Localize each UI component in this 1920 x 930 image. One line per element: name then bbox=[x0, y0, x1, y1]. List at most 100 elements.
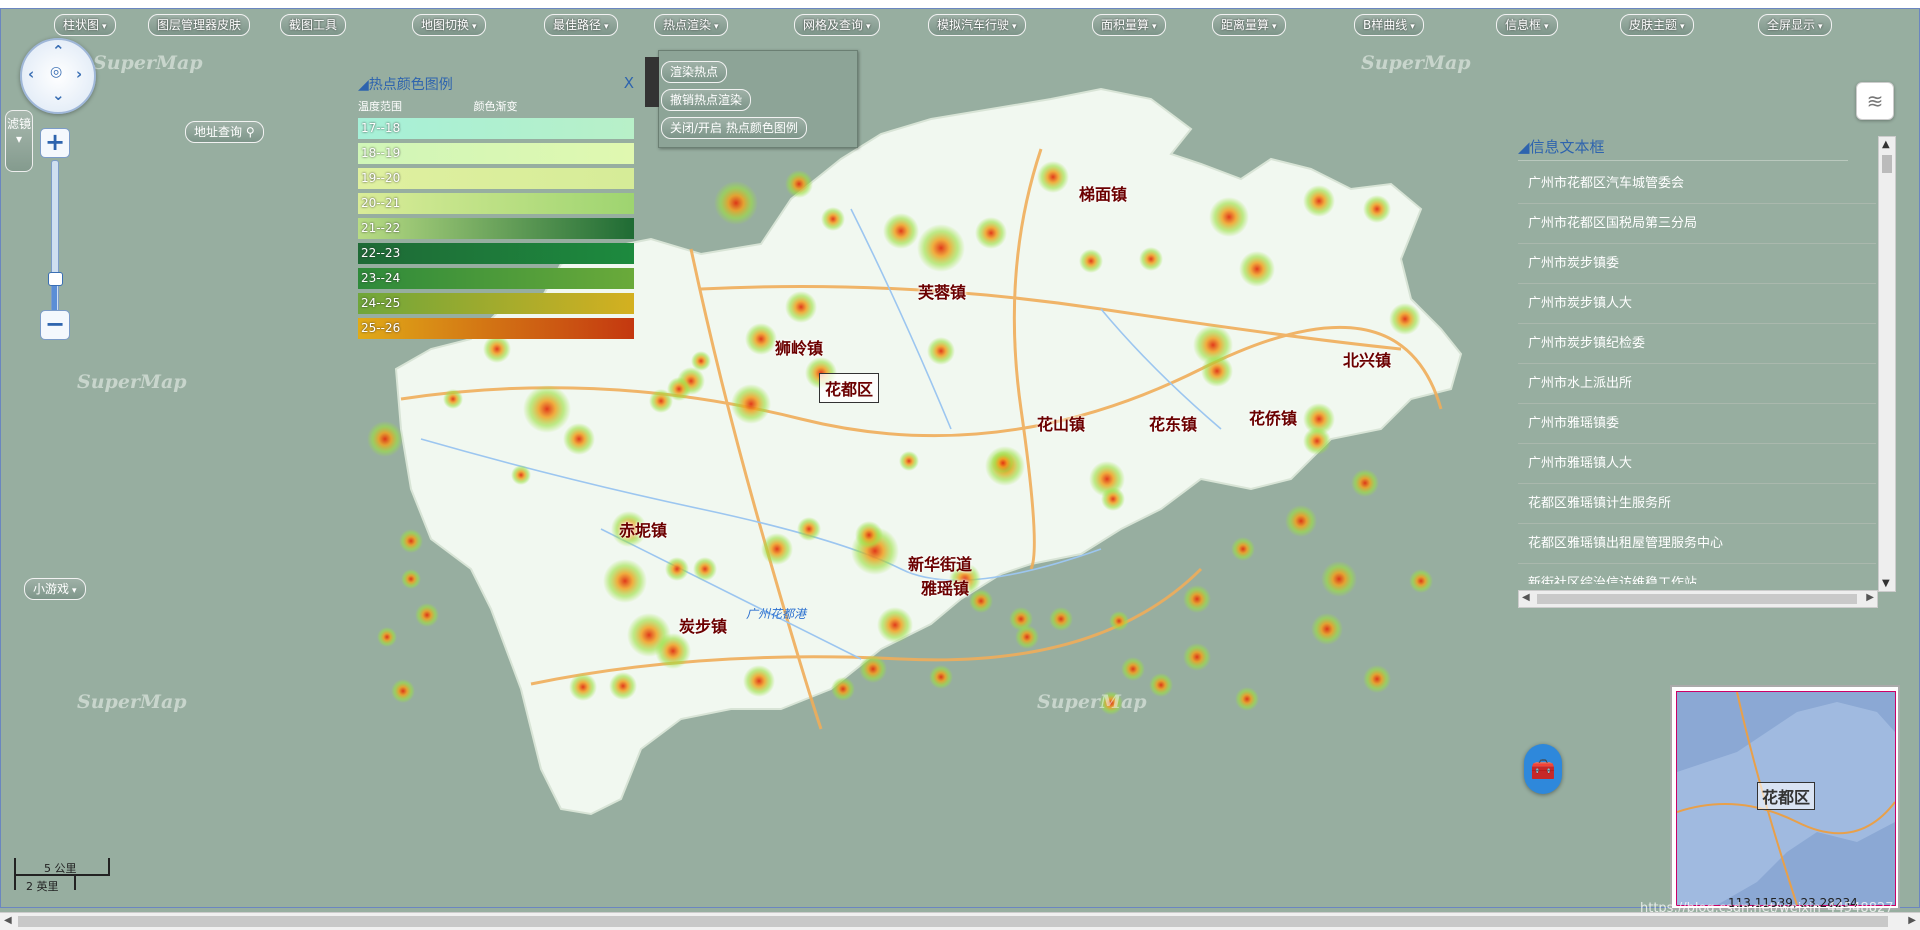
list-item[interactable]: 广州市炭步镇委 bbox=[1518, 244, 1876, 284]
list-item[interactable]: 广州市雅瑶镇人大 bbox=[1518, 444, 1876, 484]
mini-game-button[interactable]: 小游戏 ▾ bbox=[24, 578, 86, 600]
heat-spot bbox=[443, 389, 463, 409]
arrow-icon: ◢ bbox=[1518, 138, 1530, 156]
scroll-right-icon[interactable]: ▶ bbox=[1908, 915, 1916, 926]
list-item[interactable]: 广州市花都区国税局第三分局 bbox=[1518, 204, 1876, 244]
map-switch-button[interactable]: 地图切换 ▾ bbox=[412, 14, 486, 36]
scroll-up-icon[interactable]: ▲ bbox=[1882, 139, 1890, 150]
heat-spot bbox=[969, 589, 993, 613]
chevron-down-icon: ▾ bbox=[1152, 22, 1157, 32]
heat-spot bbox=[1183, 585, 1211, 613]
chevron-down-icon: ▾ bbox=[1410, 22, 1415, 32]
scroll-left-icon[interactable]: ◀ bbox=[1522, 592, 1530, 603]
chevron-down-icon: ▾ bbox=[604, 22, 609, 32]
grid-query-button[interactable]: 网格及查询 ▾ bbox=[794, 14, 880, 36]
chevron-down-icon: ▾ bbox=[1272, 22, 1277, 32]
legend-close-button[interactable]: X bbox=[624, 74, 634, 92]
fullscreen-button[interactable]: 全屏显示 ▾ bbox=[1758, 14, 1832, 36]
list-item[interactable]: 花都区雅瑶镇计生服务所 bbox=[1518, 484, 1876, 524]
heat-spot bbox=[693, 557, 717, 581]
legend-row: 19--20 bbox=[358, 168, 634, 189]
info-horizontal-scrollbar[interactable]: ◀ ▶ bbox=[1518, 590, 1878, 608]
skin-theme-button[interactable]: 皮肤主题 ▾ bbox=[1620, 14, 1694, 36]
info-panel: ◢信息文本框 广州市花都区汽车城管委会 广州市花都区国税局第三分局 广州市炭步镇委广… bbox=[1518, 136, 1883, 610]
legend-row: 20--21 bbox=[358, 193, 634, 214]
heat-spot bbox=[1239, 251, 1275, 287]
pan-down-icon[interactable]: ⌄ bbox=[52, 86, 65, 104]
list-item[interactable]: 广州市水上派出所 bbox=[1518, 364, 1876, 404]
overview-label: 花都区 bbox=[1757, 782, 1816, 810]
best-route-button[interactable]: 最佳路径 ▾ bbox=[544, 14, 618, 36]
page-horizontal-scrollbar[interactable]: ◀ ▶ bbox=[0, 912, 1920, 930]
heat-spot bbox=[917, 224, 965, 272]
arrow-icon: ◢ bbox=[358, 77, 369, 93]
heat-spot bbox=[859, 655, 887, 683]
heat-spot bbox=[1363, 665, 1391, 693]
supermap-watermark: SuperMap bbox=[77, 691, 187, 713]
list-item[interactable]: 新街社区综治信访维稳工作站 bbox=[1518, 564, 1876, 584]
pan-left-icon[interactable]: ‹ bbox=[28, 65, 34, 83]
map-toolbar: 柱状图 ▾ 图层管理器皮肤 截图工具 地图切换 ▾ 最佳路径 ▾ 热点渲染 ▾ 网格及查询 ▾ 模拟汽车… bbox=[40, 14, 1860, 40]
search-icon: ⚲ bbox=[245, 125, 255, 139]
supermap-watermark: SuperMap bbox=[1361, 52, 1471, 74]
scale-bar: 5 公里 2 英里 bbox=[14, 858, 110, 894]
legend-col-range: 温度范围 bbox=[358, 100, 402, 113]
heat-spot bbox=[563, 423, 595, 455]
legend-row: 23--24 bbox=[358, 268, 634, 289]
list-item[interactable]: 广州市炭步镇人大 bbox=[1518, 284, 1876, 324]
zoom-slider-handle[interactable] bbox=[48, 272, 63, 286]
pan-center-icon[interactable]: ◎ bbox=[50, 64, 62, 80]
heat-spot bbox=[855, 521, 883, 549]
hotspot-render-button[interactable]: 热点渲染 ▾ bbox=[654, 14, 728, 36]
bar-chart-button[interactable]: 柱状图 ▾ bbox=[54, 14, 116, 36]
car-simulation-button[interactable]: 模拟汽车行驶 ▾ bbox=[928, 14, 1026, 36]
toolbox-icon[interactable]: 🧰 bbox=[1524, 744, 1562, 794]
place-huaqiao: 花侨镇 bbox=[1249, 409, 1298, 428]
bspline-curve-button[interactable]: B样曲线 ▾ bbox=[1354, 14, 1424, 36]
heat-spot bbox=[929, 665, 953, 689]
distance-measure-button[interactable]: 距离量算 ▾ bbox=[1212, 14, 1286, 36]
zoom-in-button[interactable]: + bbox=[40, 128, 70, 158]
heat-spot bbox=[377, 627, 397, 647]
scroll-thumb[interactable] bbox=[1537, 594, 1857, 604]
address-query-button[interactable]: 地址查询 ⚲ bbox=[185, 121, 264, 143]
place-huadong: 花东镇 bbox=[1149, 415, 1198, 434]
heat-spot bbox=[609, 672, 637, 700]
heat-spot bbox=[1303, 185, 1335, 217]
heat-spot bbox=[399, 529, 423, 553]
scroll-right-icon[interactable]: ▶ bbox=[1866, 592, 1874, 603]
overview-map-view[interactable]: 花都区 bbox=[1676, 691, 1896, 906]
render-hotspot-item[interactable]: 渲染热点 bbox=[661, 61, 728, 83]
scroll-thumb[interactable] bbox=[18, 916, 1888, 927]
pan-up-icon[interactable]: ⌃ bbox=[52, 42, 65, 60]
layer-manager-skin-button[interactable]: 图层管理器皮肤 bbox=[148, 14, 251, 36]
pan-right-icon[interactable]: › bbox=[76, 65, 82, 83]
filter-button[interactable]: 滤镜 ▾ bbox=[5, 110, 33, 172]
layers-icon[interactable]: ≋ bbox=[1856, 82, 1894, 120]
info-vertical-scrollbar[interactable]: ▲ ▼ bbox=[1878, 136, 1896, 592]
dropdown-tab bbox=[645, 57, 659, 107]
legend-row: 18--19 bbox=[358, 143, 634, 164]
screenshot-tool-button[interactable]: 截图工具 bbox=[280, 14, 347, 36]
scroll-down-icon[interactable]: ▼ bbox=[1882, 578, 1890, 589]
pan-control[interactable]: ⌃ ‹ › ⌄ ◎ bbox=[20, 38, 96, 114]
toggle-legend-item[interactable]: 关闭/开启 热点颜色图例 bbox=[661, 117, 807, 139]
zoom-out-button[interactable]: − bbox=[40, 310, 70, 340]
legend-row: 25--26 bbox=[358, 318, 634, 339]
heat-spot bbox=[1285, 505, 1317, 537]
area-measure-button[interactable]: 面积量算 ▾ bbox=[1092, 14, 1166, 36]
overview-map[interactable]: 花都区 bbox=[1670, 685, 1900, 910]
list-item[interactable]: 花都区雅瑶镇出租屋管理服务中心 bbox=[1518, 524, 1876, 564]
scroll-thumb[interactable] bbox=[1882, 155, 1892, 173]
chevron-down-icon: ▾ bbox=[1544, 22, 1549, 32]
list-item[interactable]: 广州市炭步镇纪检委 bbox=[1518, 324, 1876, 364]
district-label: 花都区 bbox=[819, 373, 880, 403]
heat-spot bbox=[691, 351, 711, 371]
list-item[interactable]: 广州市花都区汽车城管委会 bbox=[1518, 164, 1876, 204]
scroll-left-icon[interactable]: ◀ bbox=[4, 915, 12, 926]
info-box-button[interactable]: 信息框 ▾ bbox=[1496, 14, 1558, 36]
undo-hotspot-item[interactable]: 撤销热点渲染 bbox=[661, 89, 752, 111]
info-list[interactable]: 广州市花都区汽车城管委会 广州市花都区国税局第三分局 广州市炭步镇委 广州市炭步镇人大… bbox=[1518, 164, 1876, 584]
heat-spot bbox=[883, 213, 919, 249]
list-item[interactable]: 广州市雅瑶镇委 bbox=[1518, 404, 1876, 444]
